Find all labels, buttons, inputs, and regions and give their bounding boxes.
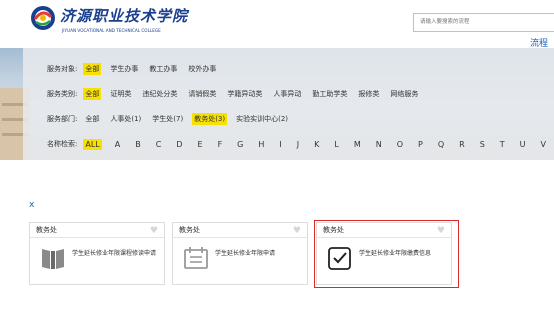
letter-option[interactable]: K <box>312 139 321 150</box>
letter-option[interactable]: L <box>332 139 340 150</box>
filter-option[interactable]: 全部 <box>83 113 101 125</box>
filter-option[interactable]: 违纪处分类 <box>140 88 179 100</box>
letter-option[interactable]: P <box>416 139 425 150</box>
letter-option[interactable]: S <box>478 139 487 150</box>
card-dept-label: 教务处 <box>179 226 200 234</box>
filter-label: 服务类别: <box>47 90 78 98</box>
filter-option[interactable]: 学籍异动类 <box>225 88 264 100</box>
filter-row-service-category: 服务类别: 全部 证明类 违纪处分类 请销假类 学籍异动类 人事异动 勤工助学类… <box>47 87 427 101</box>
filter-option[interactable]: 人事处(1) <box>108 113 143 125</box>
letter-option[interactable]: V <box>539 139 548 150</box>
calendar-icon <box>184 247 208 269</box>
letter-option[interactable]: T <box>498 139 507 150</box>
favorite-heart-icon[interactable]: ♥ <box>150 224 158 239</box>
filter-option[interactable]: 学生处(7) <box>150 113 185 125</box>
letter-option[interactable]: C <box>154 139 164 150</box>
letter-option[interactable]: J <box>295 139 301 150</box>
filter-option[interactable]: 勤工助学类 <box>310 88 349 100</box>
letter-option[interactable]: U <box>518 139 528 150</box>
filter-row-name-search: 名称检索: ALL A B C D E F G H I J K L M N O … <box>47 137 554 151</box>
filter-row-service-dept: 服务部门: 全部 人事处(1) 学生处(7) 教务处(3) 实验实训中心(2) <box>47 112 297 126</box>
filter-option[interactable]: 学生办事 <box>108 63 140 75</box>
letter-option[interactable]: G <box>235 139 245 150</box>
filter-label: 名称检索: <box>47 140 78 148</box>
card-dept: 教务处 ♥ <box>30 223 164 238</box>
favorite-heart-icon[interactable]: ♥ <box>293 224 301 239</box>
search-input[interactable]: 请输入要搜索的流程 <box>413 13 554 32</box>
school-name-en: JIYUAN VOCATIONAL AND TECHNICAL COLLEGE <box>62 28 161 33</box>
letter-option[interactable]: ALL <box>83 138 102 150</box>
school-logo-icon <box>31 6 55 30</box>
site-header: 济源职业技术学院 JIYUAN VOCATIONAL AND TECHNICAL… <box>0 0 554 49</box>
school-name-cn: 济源职业技术学院 <box>60 7 189 25</box>
service-card[interactable]: 教务处 ♥ 学生延长修业年限课程修读申请 <box>29 222 165 285</box>
filter-option[interactable]: 全部 <box>83 63 102 75</box>
card-title: 学生延长修业年限申请 <box>215 250 276 257</box>
filter-option[interactable]: 实验实训中心(2) <box>234 113 290 125</box>
filter-option[interactable]: 教工办事 <box>147 63 179 75</box>
letter-option[interactable]: H <box>256 139 266 150</box>
filter-option[interactable]: 证明类 <box>108 88 133 100</box>
letter-option[interactable]: B <box>133 139 143 150</box>
letter-option[interactable]: O <box>395 139 405 150</box>
filter-row-service-target: 服务对象: 全部 学生办事 教工办事 校外办事 <box>47 62 225 76</box>
letter-option[interactable]: D <box>174 139 184 150</box>
letter-option[interactable]: R <box>457 139 467 150</box>
filter-label: 服务对象: <box>47 65 78 73</box>
highlight-box <box>314 220 459 288</box>
letter-option[interactable]: Q <box>436 139 446 150</box>
filter-option[interactable]: 网络服务 <box>388 88 420 100</box>
filter-option[interactable]: 人事异动 <box>271 88 303 100</box>
filter-option[interactable]: 校外办事 <box>186 63 218 75</box>
letter-option[interactable]: I <box>277 139 283 150</box>
results-area: x 教务处 ♥ 学生延长修业年限课程修读申请 教务处 ♥ 学生延长修业年限申请 … <box>0 160 554 313</box>
close-button[interactable]: x <box>29 200 34 210</box>
filter-option[interactable]: 请销假类 <box>186 88 218 100</box>
filter-option[interactable]: 教务处(3) <box>192 113 228 125</box>
filter-banner: 服务对象: 全部 学生办事 教工办事 校外办事 服务类别: 全部 证明类 违纪处… <box>0 48 554 160</box>
filter-option[interactable]: 报修类 <box>356 88 381 100</box>
filter-option[interactable]: 全部 <box>83 88 102 100</box>
book-icon <box>42 249 64 269</box>
letter-option[interactable]: M <box>352 139 363 150</box>
card-dept: 教务处 ♥ <box>173 223 307 238</box>
card-title: 学生延长修业年限课程修读申请 <box>72 250 157 257</box>
letter-option[interactable]: A <box>113 139 122 150</box>
filter-label: 服务部门: <box>47 115 78 123</box>
letter-option[interactable]: F <box>216 139 225 150</box>
service-card[interactable]: 教务处 ♥ 学生延长修业年限申请 <box>172 222 308 285</box>
letter-option[interactable]: E <box>196 139 205 150</box>
card-dept-label: 教务处 <box>36 226 57 234</box>
letter-option[interactable]: N <box>374 139 384 150</box>
